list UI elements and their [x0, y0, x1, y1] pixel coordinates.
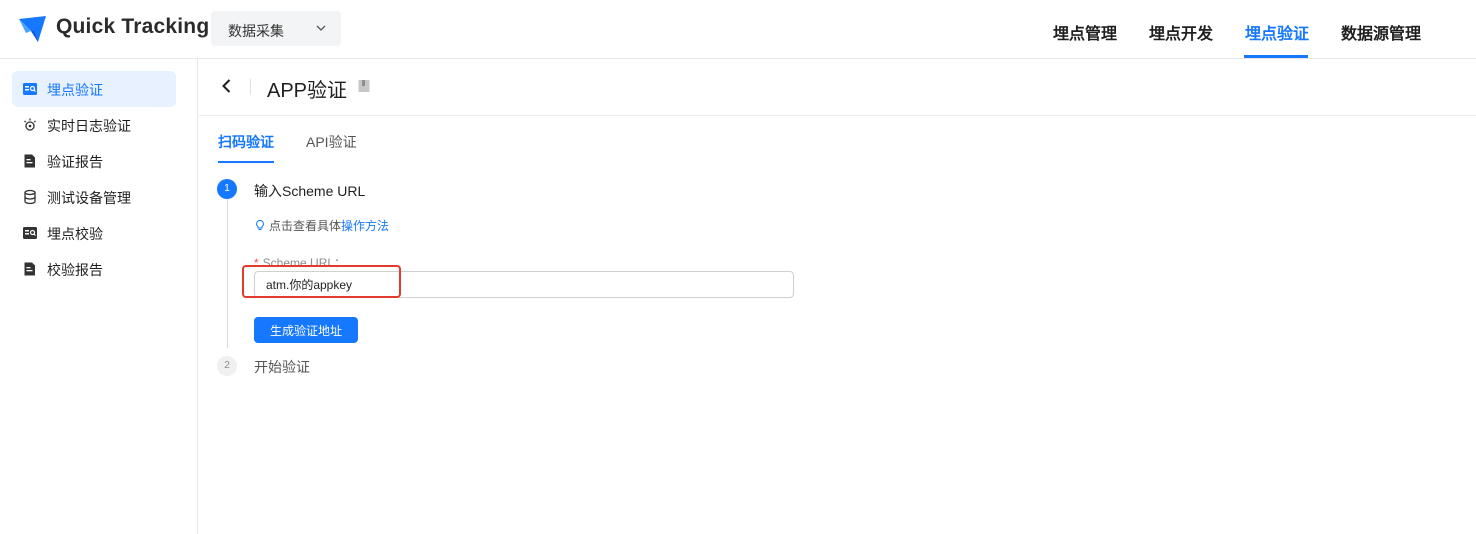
top-nav-datasource-management[interactable]: 数据源管理	[1341, 20, 1421, 44]
sidebar-item-check-report[interactable]: 校验报告	[12, 251, 176, 287]
sidebar-item-label: 实时日志验证	[47, 118, 131, 134]
tabs: 扫码验证 API验证	[199, 116, 1476, 166]
report-icon	[24, 262, 35, 276]
tab-api-verify[interactable]: API验证	[306, 132, 357, 152]
database-icon	[24, 189, 36, 205]
back-arrow-icon[interactable]	[217, 76, 237, 96]
tab-active-indicator	[218, 161, 274, 163]
hint-label: 点击查看具体	[269, 219, 342, 233]
product-select[interactable]: 数据采集	[211, 11, 341, 46]
step-2-indicator: 2	[217, 356, 237, 376]
product-select-value: 数据采集	[228, 23, 284, 39]
sidebar-item-realtime-log[interactable]: 实时日志验证	[12, 107, 176, 143]
realtime-log-icon	[24, 118, 36, 131]
sidebar-item-label: 校验报告	[47, 262, 103, 278]
top-nav-tracking-management[interactable]: 埋点管理	[1053, 20, 1117, 44]
sidebar-item-label: 埋点验证	[47, 82, 103, 98]
sidebar-item-label: 验证报告	[47, 154, 103, 170]
sidebar-item-label: 测试设备管理	[47, 190, 131, 206]
step-1-indicator: 1	[217, 179, 237, 199]
sidebar: 埋点验证 实时日志验证 验证报告 测试设备管理 埋点校验 校验报告	[0, 59, 198, 534]
tab-scan-verify[interactable]: 扫码验证	[218, 132, 274, 152]
scan-verify-icon	[23, 83, 37, 95]
sidebar-item-tracking-check[interactable]: 埋点校验	[12, 215, 176, 251]
page-title: APP验证	[267, 80, 348, 102]
top-nav-tracking-development[interactable]: 埋点开发	[1149, 20, 1213, 44]
sidebar-item-label: 埋点校验	[47, 226, 103, 242]
page-header: APP验证	[199, 59, 1476, 116]
operation-method-link[interactable]: 操作方法	[341, 219, 389, 233]
top-nav-active-indicator	[1244, 55, 1308, 58]
lightbulb-icon	[256, 219, 264, 230]
chevron-down-icon	[316, 25, 326, 31]
sidebar-item-tracking-verification[interactable]: 埋点验证	[12, 71, 176, 107]
brand-name: Quick Tracking	[56, 15, 210, 38]
scan-verify-icon	[23, 227, 37, 239]
step-2-title: 开始验证	[254, 359, 310, 375]
main-content: APP验证 扫码验证 API验证 1 输入Scheme URL 点击查看具体操作…	[199, 59, 1476, 534]
quick-tracking-logo-icon[interactable]	[16, 13, 50, 45]
hint-text: 点击查看具体操作方法	[254, 217, 389, 234]
highlight-annotation-box	[242, 265, 401, 298]
sidebar-item-verification-report[interactable]: 验证报告	[12, 143, 176, 179]
header-divider	[250, 79, 251, 95]
top-bar: Quick Tracking 数据采集 埋点管理 埋点开发 埋点验证 数据源管理	[0, 0, 1476, 59]
document-icon[interactable]	[357, 79, 371, 93]
top-nav-tracking-verification[interactable]: 埋点验证	[1245, 20, 1309, 44]
generate-verify-url-button[interactable]: 生成验证地址	[254, 317, 358, 343]
step-1-title: 输入Scheme URL	[254, 183, 366, 199]
report-icon	[24, 154, 35, 168]
step-connector	[227, 198, 228, 348]
sidebar-item-test-device-management[interactable]: 测试设备管理	[12, 179, 176, 215]
